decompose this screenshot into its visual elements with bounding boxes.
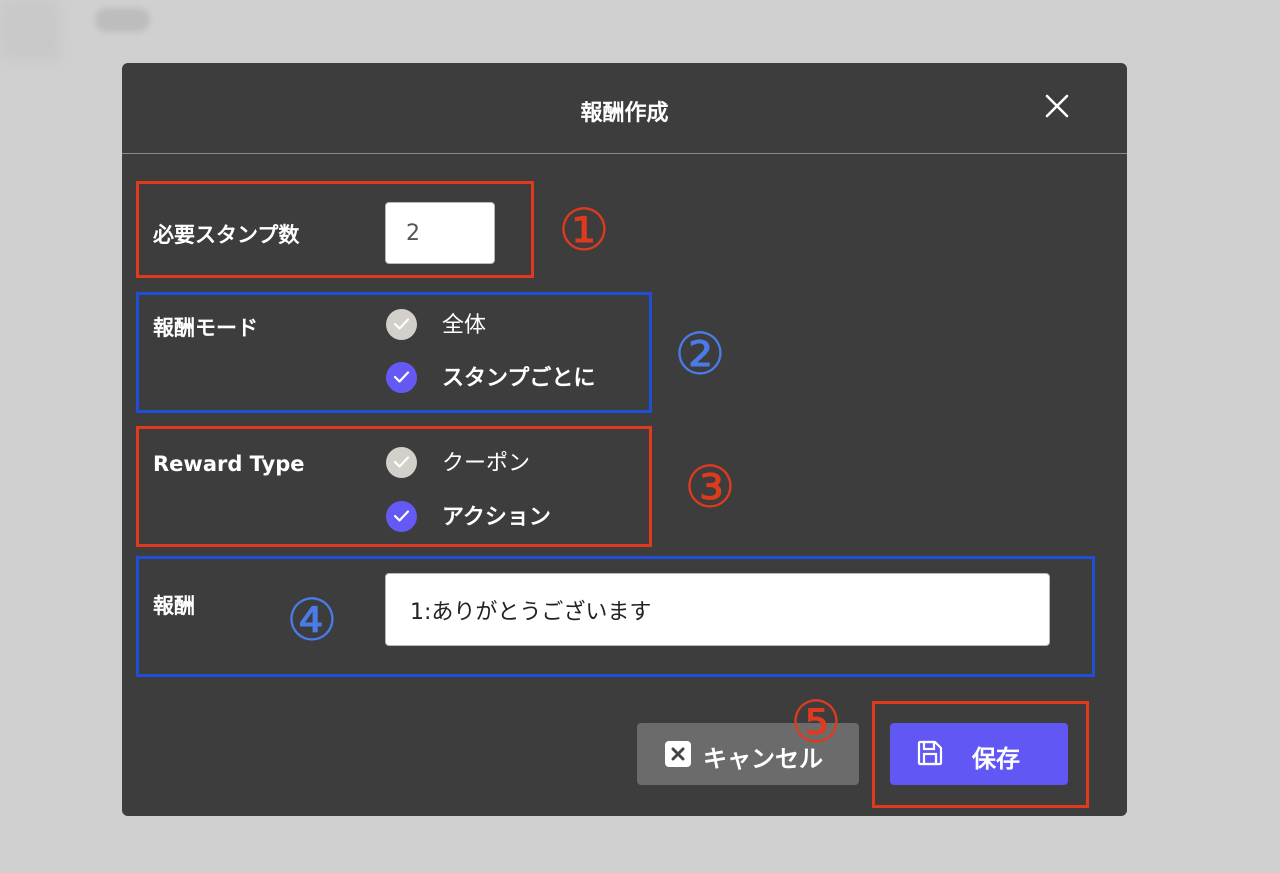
close-icon[interactable] <box>1042 93 1072 123</box>
annotation-number-2: ② <box>674 320 726 388</box>
annotation-box-2 <box>136 292 652 413</box>
annotation-number-4: ④ <box>286 586 338 654</box>
cancel-x-icon <box>665 741 691 767</box>
annotation-box-5 <box>872 701 1089 808</box>
blurred-background-element <box>95 8 150 32</box>
annotation-number-5: ⑤ <box>790 688 842 756</box>
annotation-box-3 <box>136 426 652 547</box>
modal-header: 報酬作成 <box>122 63 1127 154</box>
annotation-number-3: ③ <box>684 453 736 521</box>
blurred-background-element <box>0 0 60 60</box>
annotation-box-1 <box>136 181 534 278</box>
modal-title: 報酬作成 <box>580 101 669 126</box>
annotation-number-1: ① <box>558 196 610 264</box>
annotation-box-4 <box>136 556 1095 677</box>
reward-create-modal: 報酬作成 必要スタンプ数 報酬モード 全体 スタンプごとに Reward Typ… <box>122 63 1127 816</box>
